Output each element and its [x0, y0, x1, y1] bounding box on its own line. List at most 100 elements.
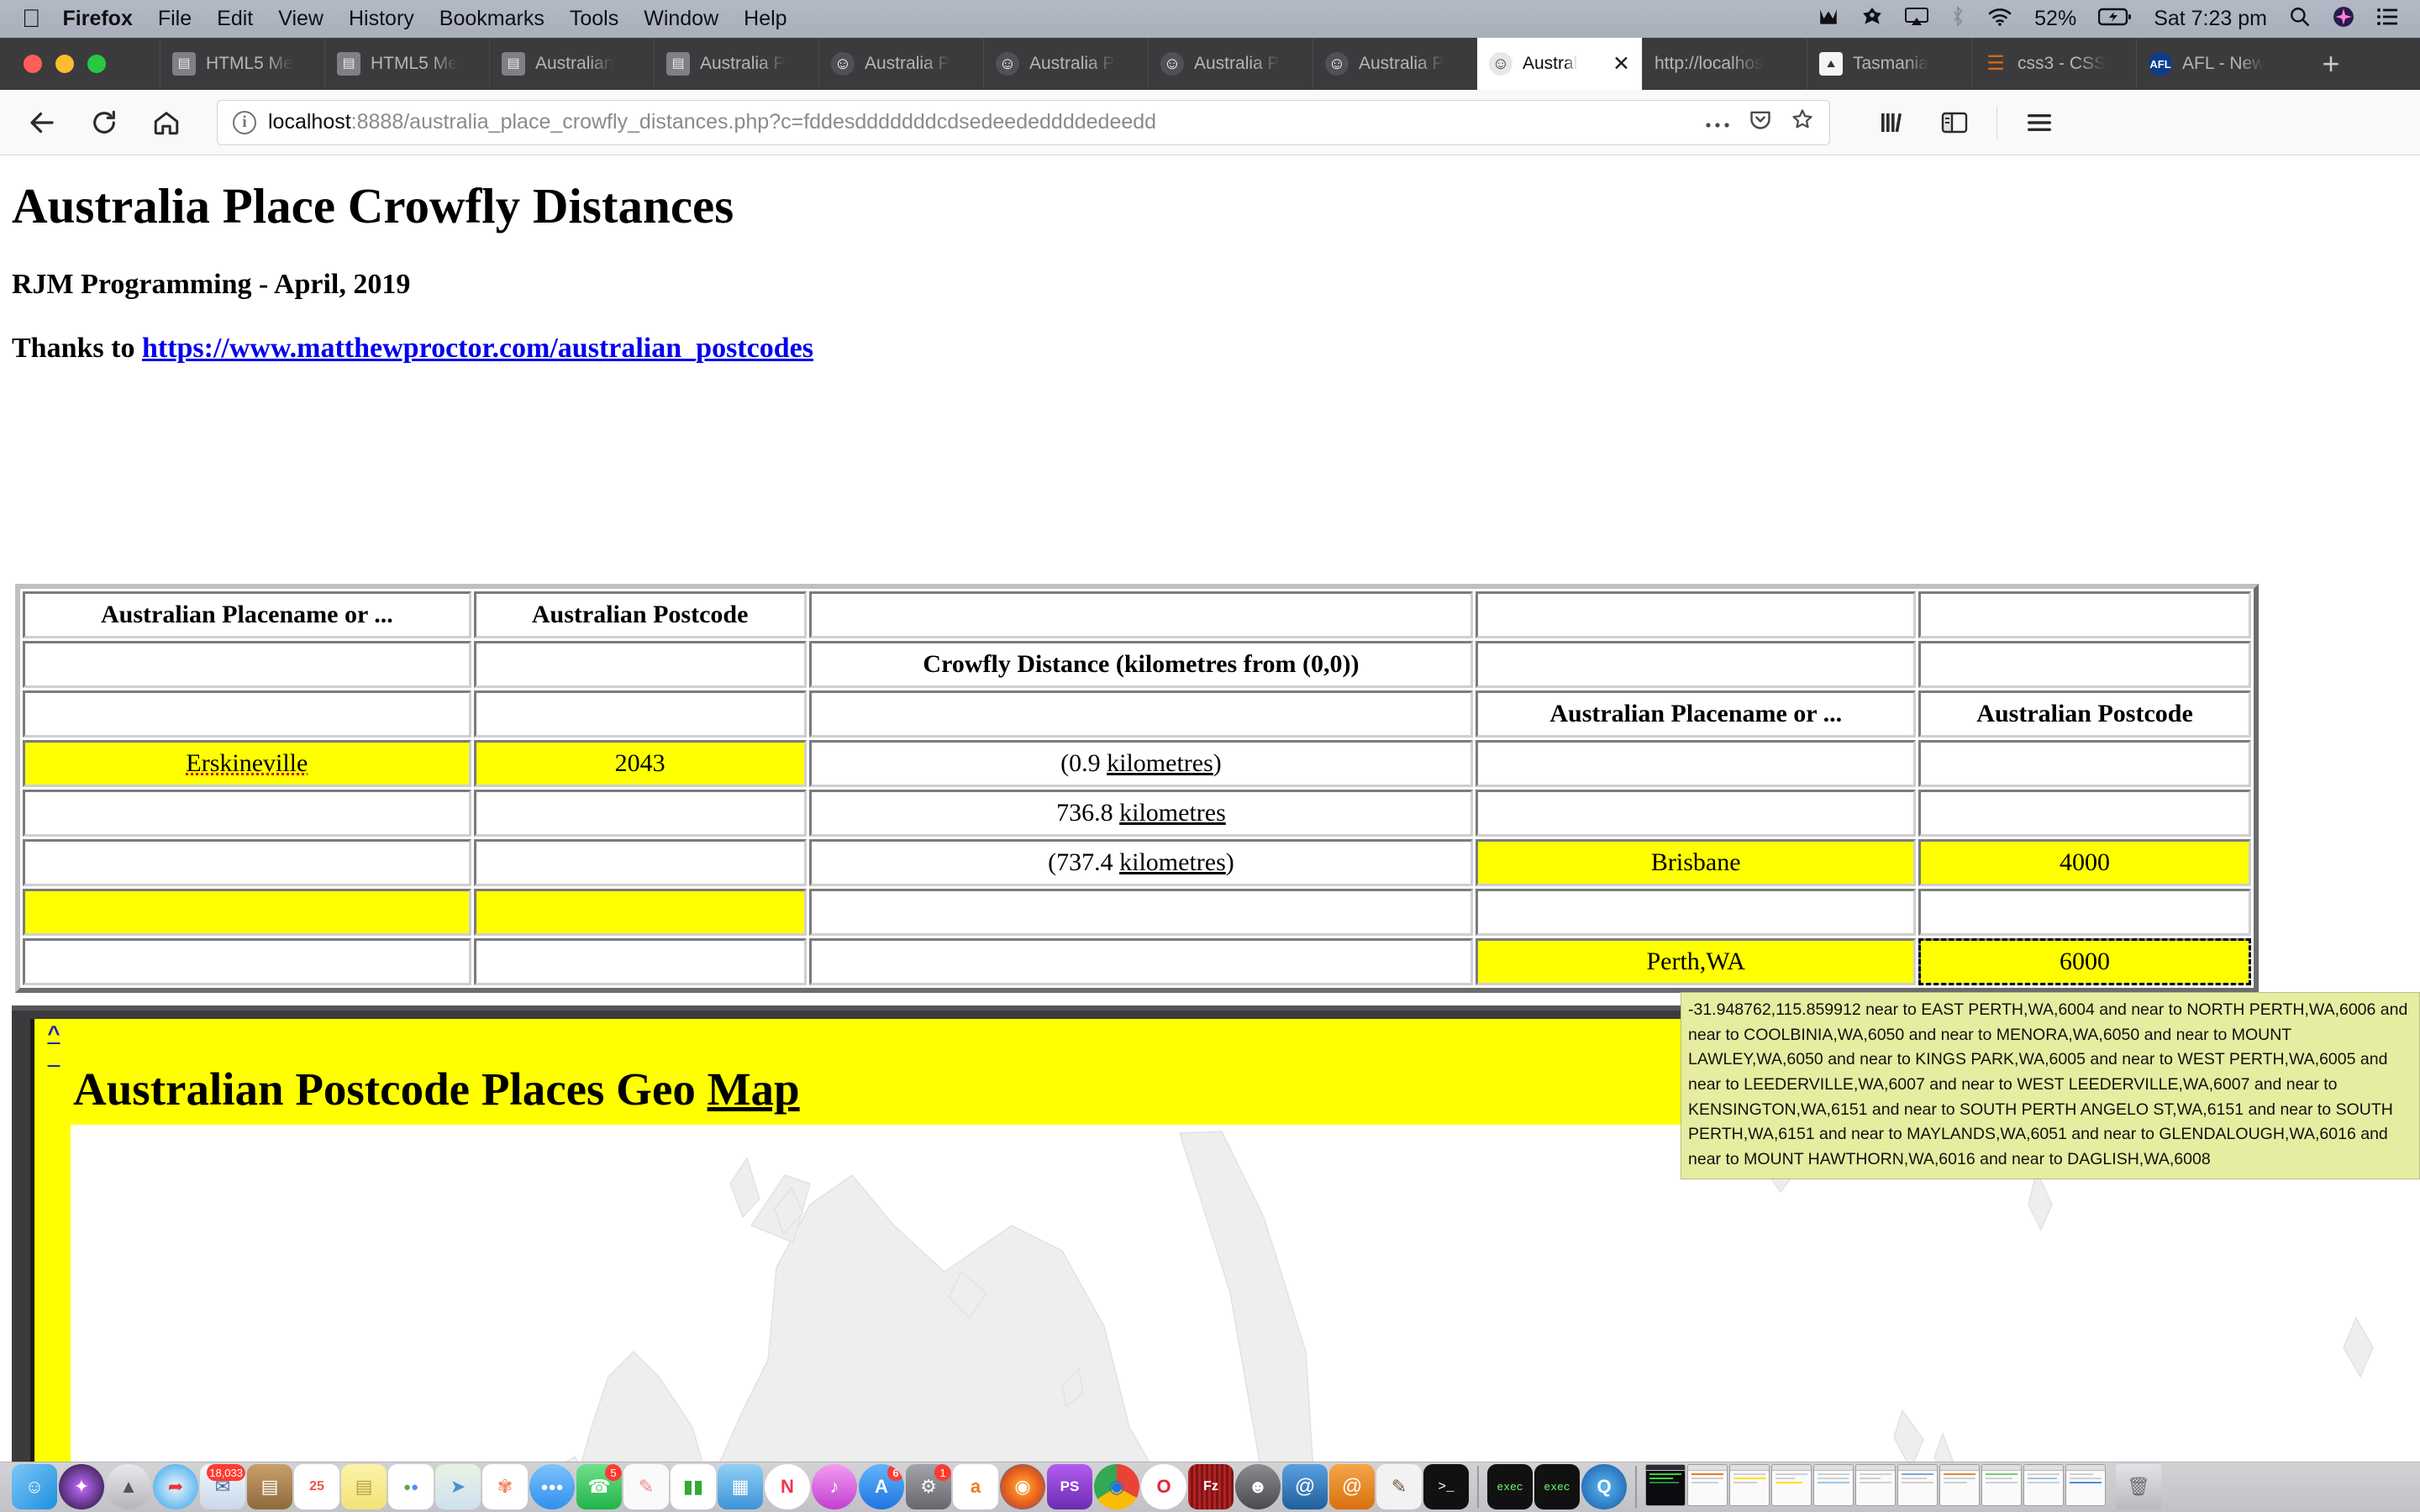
- avast-icon[interactable]: [1861, 6, 1883, 32]
- dock-item-trash[interactable]: 🗑: [2116, 1464, 2161, 1509]
- chrome-icon[interactable]: ◉: [1094, 1464, 1139, 1509]
- notes-icon[interactable]: ▤: [341, 1464, 387, 1509]
- dock-item[interactable]: ▲: [106, 1464, 151, 1509]
- reminders-icon[interactable]: ● ●: [388, 1464, 434, 1509]
- browser-tab-4[interactable]: ▤ Australia P: [654, 38, 818, 90]
- dock-item[interactable]: Q: [1581, 1464, 1627, 1509]
- phpstorm-icon[interactable]: PS: [1047, 1464, 1092, 1509]
- messages-icon[interactable]: ●●●: [529, 1464, 575, 1509]
- new-tab-button[interactable]: +: [2301, 38, 2361, 90]
- reload-icon[interactable]: [84, 102, 124, 143]
- dock-item[interactable]: ◉: [1094, 1464, 1139, 1509]
- appstore-icon[interactable]: A6: [859, 1464, 904, 1509]
- cell-placename-blank-highlight[interactable]: [23, 889, 471, 936]
- dock-item[interactable]: ◉: [1000, 1464, 1045, 1509]
- malwarebytes-icon[interactable]: [1818, 6, 1839, 32]
- firefox-icon[interactable]: ◉: [1000, 1464, 1045, 1509]
- opera-icon[interactable]: O: [1141, 1464, 1186, 1509]
- source-link[interactable]: https://www.matthewproctor.com/australia…: [142, 333, 813, 364]
- minimized-window[interactable]: [1729, 1464, 1770, 1506]
- mamp-pro-icon[interactable]: @: [1329, 1464, 1375, 1509]
- dock-item[interactable]: O: [1141, 1464, 1186, 1509]
- siri-icon[interactable]: [2333, 6, 2354, 32]
- mamp-icon[interactable]: @: [1282, 1464, 1328, 1509]
- cell-postcode-6000[interactable]: 6000: [1918, 938, 2251, 985]
- info-icon[interactable]: i: [233, 110, 256, 134]
- menu-item-firefox[interactable]: Firefox: [63, 7, 133, 31]
- browser-tab-1[interactable]: ▤ HTML5 Me: [160, 38, 324, 90]
- cell-placename-brisbane[interactable]: Brisbane: [1476, 839, 1917, 886]
- minimized-window[interactable]: [1939, 1464, 1980, 1506]
- browser-tab-5[interactable]: ☺ Australia P: [818, 38, 983, 90]
- dock-item[interactable]: ✎: [623, 1464, 669, 1509]
- menu-item-file[interactable]: File: [158, 7, 192, 31]
- browser-tab-10[interactable]: http://localhos: [1642, 38, 1807, 90]
- koala-icon[interactable]: ☻: [1235, 1464, 1281, 1509]
- airplay-icon[interactable]: [1905, 7, 1929, 31]
- dock-item[interactable]: ▦: [718, 1464, 763, 1509]
- menu-item-tools[interactable]: Tools: [570, 7, 618, 31]
- dock-item[interactable]: ● ●: [388, 1464, 434, 1509]
- sidebar-icon[interactable]: [1934, 102, 1975, 143]
- quicktime-icon[interactable]: Q: [1581, 1464, 1627, 1509]
- hamburger-menu-icon[interactable]: [2019, 102, 2060, 143]
- minimized-window[interactable]: [1687, 1464, 1728, 1506]
- dock-item[interactable]: ☻: [1235, 1464, 1281, 1509]
- browser-tab-7[interactable]: ☺ Australia P: [1148, 38, 1313, 90]
- browser-tab-8[interactable]: ☺ Australia P: [1313, 38, 1477, 90]
- minimized-window[interactable]: [1981, 1464, 2022, 1506]
- pocket-icon[interactable]: [1749, 108, 1772, 137]
- dock-item[interactable]: >_: [1423, 1464, 1469, 1509]
- avast-icon[interactable]: a: [953, 1464, 998, 1509]
- dock-item[interactable]: 25: [294, 1464, 339, 1509]
- home-icon[interactable]: [146, 102, 187, 143]
- numbers-icon[interactable]: ▮▮: [671, 1464, 716, 1509]
- back-arrow-icon[interactable]: [22, 102, 62, 143]
- system-preferences-icon[interactable]: ⚙ 1: [906, 1464, 951, 1509]
- dock-item[interactable]: ⚙ 1: [906, 1464, 951, 1509]
- menu-item-window[interactable]: Window: [644, 7, 718, 31]
- browser-tab-13[interactable]: AFL AFL - New: [2136, 38, 2301, 90]
- bluetooth-icon[interactable]: [1950, 5, 1965, 32]
- menu-item-bookmarks[interactable]: Bookmarks: [439, 7, 544, 31]
- dock-item[interactable]: ➦: [153, 1464, 198, 1509]
- minimized-window[interactable]: [1771, 1464, 1812, 1506]
- wifi-icon[interactable]: [1987, 7, 2012, 31]
- launchpad-icon[interactable]: ▲: [106, 1464, 151, 1509]
- star-icon[interactable]: [1791, 108, 1814, 137]
- minimized-window[interactable]: [1645, 1464, 1686, 1506]
- map-heading-link[interactable]: Map: [708, 1063, 800, 1115]
- dock-item[interactable]: ✦: [59, 1464, 104, 1509]
- cell-postcode-2043[interactable]: 2043: [473, 740, 807, 787]
- dock-item[interactable]: ✉ 18,033: [200, 1464, 245, 1509]
- dock-item[interactable]: Fz: [1188, 1464, 1234, 1509]
- news-icon[interactable]: N: [765, 1464, 810, 1509]
- facetime-icon[interactable]: ☎ 5: [576, 1464, 622, 1509]
- cell-postcode-blank-highlight[interactable]: [473, 889, 807, 936]
- minimized-window[interactable]: [1897, 1464, 1938, 1506]
- dock-item[interactable]: ▤: [247, 1464, 292, 1509]
- menu-item-history[interactable]: History: [349, 7, 414, 31]
- minimized-window[interactable]: [2065, 1464, 2106, 1506]
- menubar-clock[interactable]: Sat 7:23 pm: [2154, 7, 2267, 31]
- maps-icon[interactable]: ➤: [435, 1464, 481, 1509]
- contacts-icon[interactable]: ▤: [247, 1464, 292, 1509]
- maximize-window-button[interactable]: [87, 55, 106, 73]
- cell-postcode-4000[interactable]: 4000: [1918, 839, 2251, 886]
- menu-item-view[interactable]: View: [278, 7, 324, 31]
- menu-item-edit[interactable]: Edit: [217, 7, 253, 31]
- browser-tab-6[interactable]: ☺ Australia P: [983, 38, 1148, 90]
- dock-item[interactable]: ✾: [482, 1464, 528, 1509]
- menu-item-help[interactable]: Help: [744, 7, 786, 31]
- gimp-icon[interactable]: ✎: [1376, 1464, 1422, 1509]
- search-icon[interactable]: [2289, 6, 2311, 32]
- notification-center-icon[interactable]: [2376, 8, 2398, 30]
- browser-tab-11[interactable]: ⛰ Tasmania: [1807, 38, 1971, 90]
- siri-icon[interactable]: ✦: [59, 1464, 104, 1509]
- apple-menu-icon[interactable]: : [22, 6, 41, 32]
- safari-icon[interactable]: ➦: [153, 1464, 198, 1509]
- dock-item[interactable]: N: [765, 1464, 810, 1509]
- dock-item[interactable]: ▮▮: [671, 1464, 716, 1509]
- close-window-button[interactable]: [24, 55, 42, 73]
- cell-placename-perth[interactable]: Perth,WA: [1476, 938, 1917, 985]
